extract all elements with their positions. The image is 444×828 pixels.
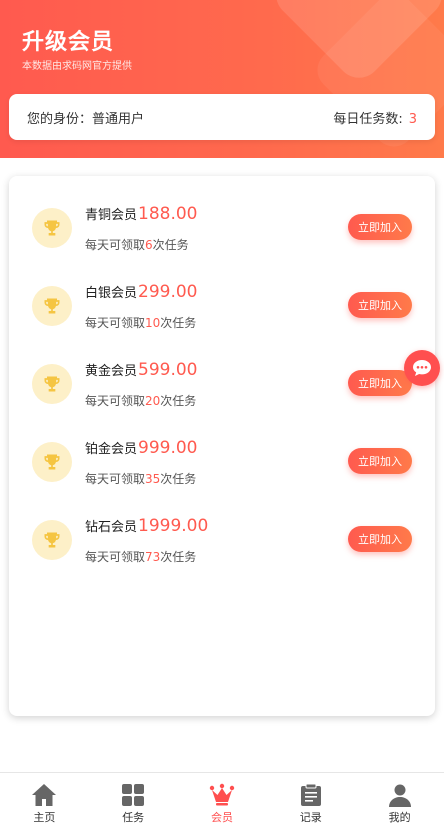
tab-records[interactable]: 记录	[266, 773, 355, 828]
tab-label: 任务	[122, 811, 145, 824]
level-price: 188.00	[138, 204, 198, 224]
level-description: 每天可领取20次任务	[85, 392, 196, 409]
level-item-diamond: 钻石会员 1999.00 每天可领取73次任务 立即加入	[9, 506, 435, 584]
level-price: 999.00	[138, 438, 198, 458]
level-title: 白银会员 299.00	[85, 282, 198, 302]
trophy-icon	[32, 286, 72, 326]
tab-label: 我的	[388, 811, 411, 824]
desc-suffix: 次任务	[160, 472, 197, 486]
daily-tasks-label: 每日任务数:	[333, 111, 403, 127]
trophy-icon	[32, 208, 72, 248]
level-title: 黄金会员 599.00	[85, 360, 198, 380]
desc-prefix: 每天可领取	[85, 238, 146, 252]
clipboard-icon	[298, 782, 324, 808]
chat-bubble-icon	[413, 360, 431, 376]
daily-tasks: 每日任务数: 3	[333, 108, 417, 127]
task-count: 35	[145, 472, 161, 486]
level-item-silver: 白银会员 299.00 每天可领取10次任务 立即加入	[9, 272, 435, 350]
trophy-icon	[32, 364, 72, 404]
user-icon	[387, 782, 413, 808]
levels-panel: 青铜会员 188.00 每天可领取6次任务 立即加入 白银会员 299.00 每天可…	[9, 176, 435, 716]
home-icon	[31, 782, 57, 808]
membership-page: 升级会员 本数据由求码网官方提供 您的身份：普通用户 每日任务数: 3 青铜会员 1…	[0, 0, 444, 828]
page-subtitle: 本数据由求码网官方提供	[22, 61, 132, 72]
desc-suffix: 次任务	[152, 238, 189, 252]
grid-icon	[120, 782, 146, 808]
tab-label: 会员	[210, 811, 233, 824]
level-description: 每天可领取10次任务	[85, 314, 196, 331]
level-title: 青铜会员 188.00	[85, 204, 198, 224]
level-price: 1999.00	[138, 516, 209, 536]
tab-profile[interactable]: 我的	[355, 773, 444, 828]
level-name: 钻石会员	[85, 520, 138, 535]
daily-tasks-value: 3	[408, 111, 417, 127]
level-item-platinum: 铂金会员 999.00 每天可领取35次任务 立即加入	[9, 428, 435, 506]
level-name: 铂金会员	[85, 442, 138, 457]
page-title: 升级会员	[22, 30, 115, 55]
desc-prefix: 每天可领取	[85, 472, 146, 486]
tab-membership[interactable]: 会员	[178, 773, 267, 828]
level-title: 钻石会员 1999.00	[85, 516, 208, 536]
desc-prefix: 每天可领取	[85, 550, 146, 564]
tab-tasks[interactable]: 任务	[89, 773, 178, 828]
level-name: 黄金会员	[85, 364, 138, 379]
level-item-bronze: 青铜会员 188.00 每天可领取6次任务 立即加入	[9, 194, 435, 272]
bottom-tab-bar: 主页 任务 会员 记录 我的	[0, 772, 444, 828]
task-count: 73	[145, 550, 161, 564]
join-button-bronze[interactable]: 立即加入	[348, 214, 412, 240]
level-price: 299.00	[138, 282, 198, 302]
desc-suffix: 次任务	[160, 394, 197, 408]
level-name: 白银会员	[85, 286, 138, 301]
task-count: 10	[145, 316, 161, 330]
level-title: 铂金会员 999.00	[85, 438, 198, 458]
tab-label: 主页	[33, 811, 56, 824]
desc-suffix: 次任务	[160, 316, 197, 330]
join-button-platinum[interactable]: 立即加入	[348, 448, 412, 474]
crown-icon	[209, 782, 235, 808]
desc-suffix: 次任务	[160, 550, 197, 564]
identity-card: 您的身份：普通用户 每日任务数: 3	[9, 94, 435, 140]
tab-home[interactable]: 主页	[0, 773, 89, 828]
level-description: 每天可领取73次任务	[85, 548, 196, 565]
level-price: 599.00	[138, 360, 198, 380]
join-button-diamond[interactable]: 立即加入	[348, 526, 412, 552]
trophy-icon	[32, 520, 72, 560]
task-count: 6	[145, 238, 153, 252]
level-description: 每天可领取6次任务	[85, 236, 189, 253]
join-button-gold[interactable]: 立即加入	[348, 370, 412, 396]
desc-prefix: 每天可领取	[85, 394, 146, 408]
join-button-silver[interactable]: 立即加入	[348, 292, 412, 318]
task-count: 20	[145, 394, 161, 408]
level-item-gold: 黄金会员 599.00 每天可领取20次任务 立即加入	[9, 350, 435, 428]
trophy-icon	[32, 442, 72, 482]
identity-label: 您的身份：普通用户	[27, 111, 145, 127]
desc-prefix: 每天可领取	[85, 316, 146, 330]
level-description: 每天可领取35次任务	[85, 470, 196, 487]
chat-float-button[interactable]	[404, 350, 440, 386]
tab-label: 记录	[299, 811, 322, 824]
level-name: 青铜会员	[85, 208, 138, 223]
